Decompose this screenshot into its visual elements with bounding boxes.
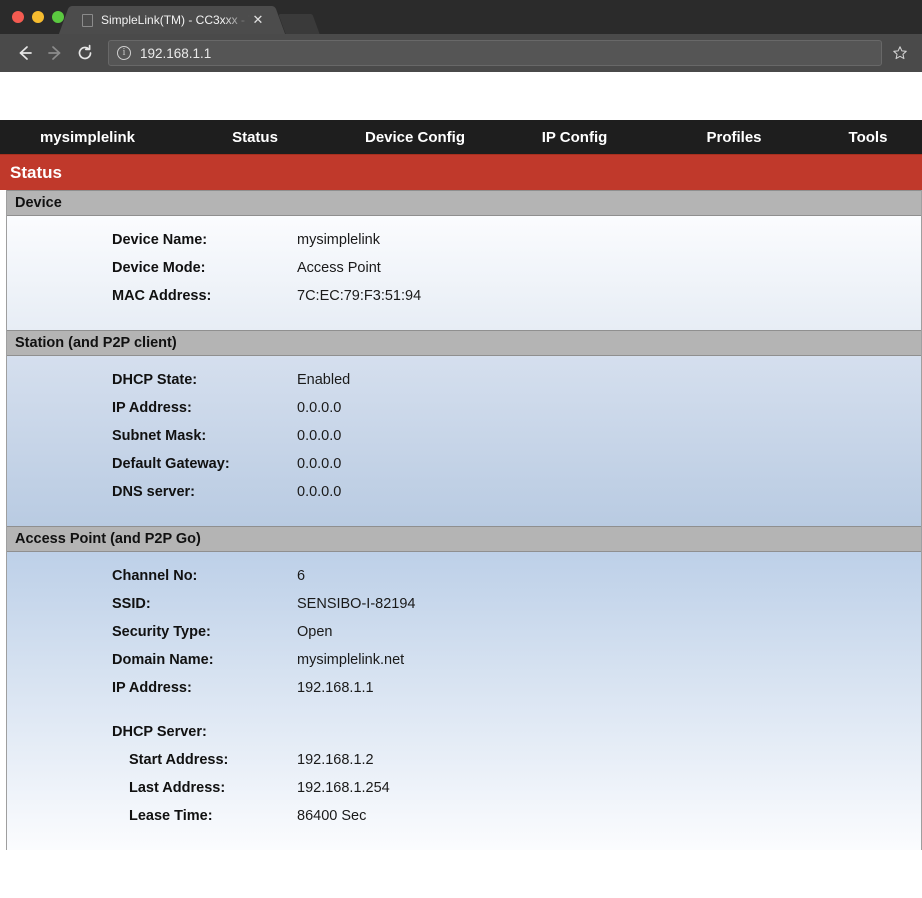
web-page: mysimplelink Status Device Config IP Config… [0, 72, 922, 898]
row-value: 86400 Sec [297, 808, 367, 824]
zoom-window-button[interactable] [52, 11, 64, 23]
row-spacer [7, 708, 921, 724]
section-station: Station (and P2P client) DHCP State: Enabl… [6, 330, 922, 526]
row-label: SSID: [112, 596, 151, 612]
nav-item-tools[interactable]: Tools [814, 129, 922, 146]
row-label: Subnet Mask: [112, 428, 207, 444]
status-content: Device Device Name: mysimplelink Device Mod… [0, 190, 922, 850]
section-device: Device Device Name: mysimplelink Device Mod… [6, 190, 922, 330]
status-row: Device Name: mysimplelink [7, 232, 921, 260]
section-body-station: DHCP State: Enabled IP Address: 0.0.0.0 Subn… [7, 356, 921, 526]
row-label: IP Address: [112, 400, 192, 416]
row-label: Last Address: [129, 780, 226, 796]
site-info-icon[interactable]: i [117, 46, 131, 60]
row-label: Default Gateway: [112, 456, 230, 472]
section-header-label: Device [15, 195, 62, 211]
status-row: Default Gateway: 0.0.0.0 [7, 456, 921, 484]
section-header-ap: Access Point (and P2P Go) [7, 526, 921, 552]
row-label: Channel No: [112, 568, 198, 584]
arrow-left-icon [19, 46, 32, 60]
row-value: 0.0.0.0 [297, 484, 342, 500]
nav-item-ip-config[interactable]: IP Config [495, 129, 654, 146]
section-header-label: Access Point (and P2P Go) [15, 531, 201, 547]
forward-button[interactable] [40, 38, 70, 68]
row-value: 0.0.0.0 [297, 456, 342, 472]
close-window-button[interactable] [12, 11, 24, 23]
main-navigation: mysimplelink Status Device Config IP Config… [0, 120, 922, 154]
row-label: Lease Time: [129, 808, 213, 824]
row-label: Domain Name: [112, 652, 214, 668]
row-label: IP Address: [112, 680, 192, 696]
reload-icon [78, 44, 92, 60]
row-label: MAC Address: [112, 288, 212, 304]
row-label: DHCP Server: [112, 724, 207, 740]
row-value: 192.168.1.1 [297, 680, 374, 696]
row-value: 0.0.0.0 [297, 428, 342, 444]
nav-item-mysimplelink[interactable]: mysimplelink [0, 129, 175, 146]
row-value: 6 [297, 568, 306, 584]
status-row: DHCP State: Enabled [7, 372, 921, 400]
status-row: Channel No: 6 [7, 568, 921, 596]
section-ap: Access Point (and P2P Go) Channel No: 6 SSI… [6, 526, 922, 850]
tab-title: SimpleLink(TM) - CC3xxx - TI [101, 13, 250, 27]
row-value: 0.0.0.0 [297, 400, 342, 416]
new-tab-button[interactable] [278, 14, 320, 34]
section-header-label: Station (and P2P client) [15, 335, 177, 351]
section-body-device: Device Name: mysimplelink Device Mode: Acce… [7, 216, 921, 330]
section-header-device: Device [7, 190, 921, 216]
page-icon [82, 13, 93, 27]
row-label: Device Mode: [112, 260, 206, 276]
status-row: Subnet Mask: 0.0.0.0 [7, 428, 921, 456]
status-row: Start Address: 192.168.1.2 [7, 752, 921, 780]
status-row: IP Address: 0.0.0.0 [7, 400, 921, 428]
row-value: Open [297, 624, 333, 640]
nav-item-device-config[interactable]: Device Config [335, 129, 495, 146]
browser-chrome: SimpleLink(TM) - CC3xxx - TI ✕ i 192.168… [0, 0, 922, 72]
status-row: MAC Address: 7C:EC:79:F3:51:94 [7, 288, 921, 316]
bookmark-button[interactable] [882, 38, 912, 68]
browser-toolbar: i 192.168.1.1 [0, 34, 922, 72]
close-icon[interactable]: ✕ [250, 12, 266, 28]
row-value: Access Point [297, 260, 381, 276]
status-row: DHCP Server: [7, 724, 921, 752]
row-label: Start Address: [129, 752, 229, 768]
nav-item-profiles[interactable]: Profiles [654, 129, 814, 146]
back-button[interactable] [10, 38, 40, 68]
status-row: Domain Name: mysimplelink.net [7, 652, 921, 680]
address-bar[interactable]: i 192.168.1.1 [108, 40, 882, 66]
page-top-whitespace [0, 72, 922, 120]
minimize-window-button[interactable] [32, 11, 44, 23]
row-value: 192.168.1.2 [297, 752, 374, 768]
row-label: DNS server: [112, 484, 196, 500]
row-value: 7C:EC:79:F3:51:94 [297, 288, 422, 304]
status-row: DNS server: 0.0.0.0 [7, 484, 921, 512]
reload-button[interactable] [70, 38, 100, 68]
status-row: Lease Time: 86400 Sec [7, 808, 921, 836]
page-title: Status [10, 162, 62, 182]
row-label: Security Type: [112, 624, 211, 640]
row-value: mysimplelink.net [297, 652, 405, 668]
browser-tab[interactable]: SimpleLink(TM) - CC3xxx - TI ✕ [72, 6, 272, 34]
tab-strip: SimpleLink(TM) - CC3xxx - TI ✕ [0, 0, 922, 34]
row-value: SENSIBO-I-82194 [297, 596, 416, 612]
row-value: 192.168.1.254 [297, 780, 390, 796]
status-row: SSID: SENSIBO-I-82194 [7, 596, 921, 624]
page-title-bar: Status [0, 154, 922, 190]
section-header-station: Station (and P2P client) [7, 330, 921, 356]
status-row: IP Address: 192.168.1.1 [7, 680, 921, 708]
nav-item-status[interactable]: Status [175, 129, 335, 146]
row-value: mysimplelink [297, 232, 380, 248]
status-row: Last Address: 192.168.1.254 [7, 780, 921, 808]
section-body-ap: Channel No: 6 SSID: SENSIBO-I-82194 Security… [7, 552, 921, 850]
arrow-right-icon [48, 46, 61, 60]
status-row: Device Mode: Access Point [7, 260, 921, 288]
row-label: Device Name: [112, 232, 208, 248]
url-text[interactable]: 192.168.1.1 [140, 46, 873, 61]
row-value: Enabled [297, 372, 351, 388]
status-row: Security Type: Open [7, 624, 921, 652]
row-label: DHCP State: [112, 372, 198, 388]
star-icon [893, 46, 907, 60]
